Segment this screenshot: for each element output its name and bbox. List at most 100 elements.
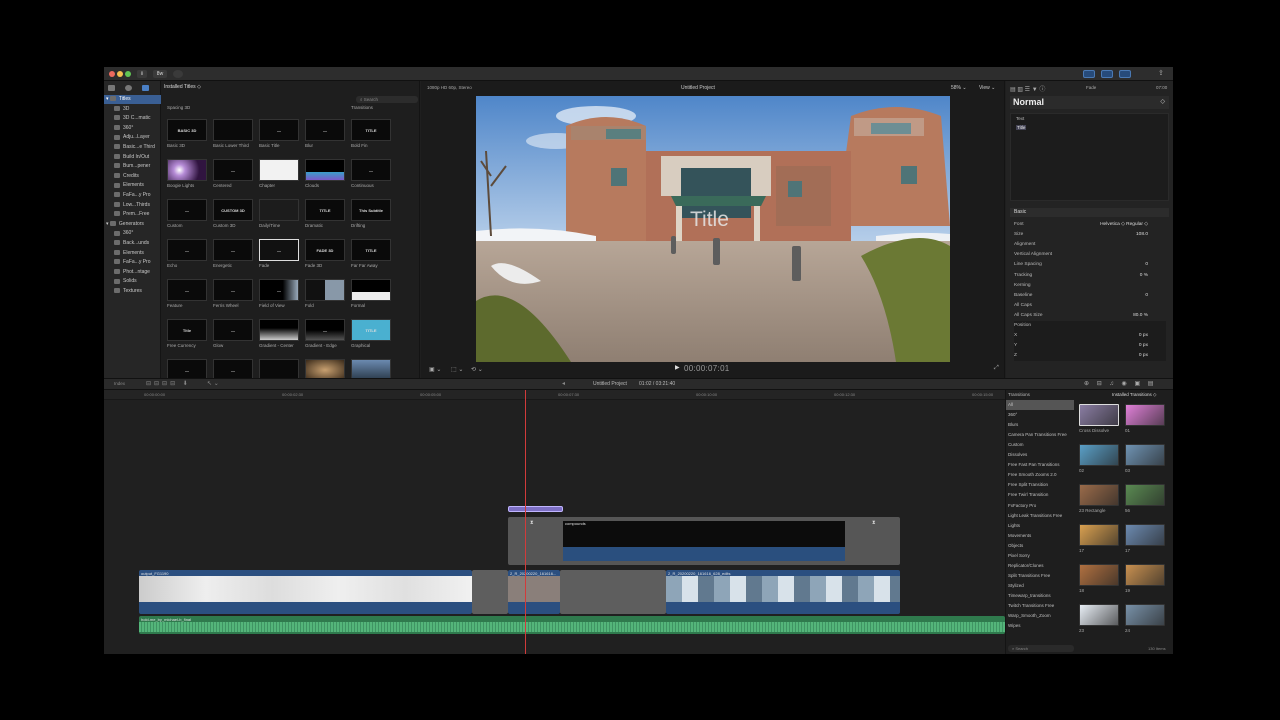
transition-category[interactable]: Pixel Sorry	[1006, 551, 1074, 561]
title-thumbnail[interactable]: —	[167, 239, 207, 261]
text-value[interactable]: Title	[1016, 125, 1027, 130]
title-clip[interactable]	[508, 506, 563, 512]
inspector-row[interactable]: Alignment	[1014, 240, 1166, 250]
share-icon[interactable]: ⇪	[1158, 69, 1164, 77]
browser-toggle-button[interactable]	[1083, 70, 1095, 78]
background-tasks-icon[interactable]	[173, 70, 183, 78]
sidebar-item[interactable]: ▾ Titles	[104, 95, 161, 104]
keyword-button[interactable]: 8w	[153, 70, 167, 78]
transitions-search-input[interactable]: ⌕ Search	[1008, 645, 1074, 652]
transition-category[interactable]: Timewarp_transitions	[1006, 591, 1074, 601]
sidebar-item[interactable]: Textures	[104, 287, 161, 296]
connected-video-clip[interactable]: compounds ⧗ ⧗	[508, 517, 900, 565]
back-arrow-icon[interactable]: ◂	[562, 380, 565, 387]
transition-category[interactable]: Lights	[1006, 521, 1074, 531]
close-window-button[interactable]	[109, 71, 115, 77]
inspector-row[interactable]: All Caps Size 80.0 %	[1014, 311, 1166, 321]
video-frame[interactable]: Title	[476, 96, 950, 362]
speed-icon[interactable]: ⟲ ⌄	[471, 366, 483, 373]
main-clip-3[interactable]: 2_R_20200220_161616_628_edits	[666, 570, 900, 614]
basic-section-header[interactable]: Basic	[1010, 208, 1169, 217]
title-thumbnail[interactable]	[259, 199, 299, 221]
select-tool-icon[interactable]: ↖ ⌄	[207, 380, 219, 387]
title-thumbnail[interactable]: —	[213, 279, 253, 301]
sidebar-item[interactable]: Low...Thirds	[104, 201, 161, 210]
title-thumbnail[interactable]	[167, 159, 207, 181]
transition-category[interactable]: Free Twirl Transition	[1006, 490, 1074, 500]
title-thumbnail[interactable]: —	[259, 119, 299, 141]
sidebar-item[interactable]: FaFa...y Pro	[104, 191, 161, 200]
transition-thumbnail[interactable]	[1079, 604, 1119, 626]
transition-category[interactable]: Movements	[1006, 531, 1074, 541]
title-thumbnail[interactable]: TITLE	[351, 319, 391, 341]
title-thumbnail[interactable]	[213, 119, 253, 141]
transition-category[interactable]: 360°	[1006, 410, 1074, 420]
transition-thumbnail[interactable]	[1125, 404, 1165, 426]
transition-category[interactable]: Free Split Transition	[1006, 480, 1074, 490]
edit-tools-icon[interactable]: ⊟⊟⊟⊟ ⬇	[146, 380, 191, 387]
transition-category[interactable]: Objects	[1006, 541, 1074, 551]
title-thumbnail[interactable]	[351, 279, 391, 301]
transition-category[interactable]: Free Smooth Zooms 2.0	[1006, 470, 1074, 480]
transition-category[interactable]: Camera Pan Transitions Free	[1006, 430, 1074, 440]
minimize-window-button[interactable]	[117, 71, 123, 77]
title-thumbnail[interactable]: TITLE	[351, 239, 391, 261]
sidebar-item[interactable]: Credits	[104, 172, 161, 181]
zoom-window-button[interactable]	[125, 71, 131, 77]
title-thumbnail[interactable]	[259, 159, 299, 181]
transition-thumbnail[interactable]	[1079, 484, 1119, 506]
title-thumbnail[interactable]: —	[213, 159, 253, 181]
inspector-row[interactable]: X 0 px	[1014, 331, 1166, 342]
inspector-row-value[interactable]: 0	[1145, 260, 1148, 270]
transition-category[interactable]: FxFactory Pro	[1006, 501, 1074, 511]
title-thumbnail[interactable]: BASIC 3D	[167, 119, 207, 141]
transition-marker-icon[interactable]: ⧗	[872, 520, 876, 526]
inspector-row[interactable]: Vertical Alignment	[1014, 250, 1166, 260]
sidebar-item[interactable]: Basic...e Third	[104, 143, 161, 152]
inspector-row-value[interactable]: 108.0	[1136, 230, 1148, 240]
title-thumbnail[interactable]: FADE 3D	[305, 239, 345, 261]
import-button[interactable]: ⬇	[137, 70, 147, 78]
title-thumbnail[interactable]	[305, 279, 345, 301]
transition-thumbnail[interactable]	[1125, 604, 1165, 626]
transition-category[interactable]: Free Fast Pan Transitions	[1006, 460, 1074, 470]
transition-thumbnail[interactable]	[1079, 524, 1119, 546]
search-input[interactable]: ⌕ Search	[356, 96, 418, 103]
transition-thumbnail[interactable]	[1125, 484, 1165, 506]
inspector-tabs-icon[interactable]: ▤ ▥ ☰ ▼ ⓘ	[1010, 84, 1050, 93]
installed-transitions-dropdown[interactable]: Installed Transitions ◇	[1112, 392, 1156, 398]
transition-thumbnail[interactable]	[1079, 444, 1119, 466]
installed-titles-dropdown[interactable]: Installed Titles ◇	[164, 84, 201, 90]
title-thumbnail[interactable]: —	[305, 319, 345, 341]
sidebar-item[interactable]: Bum...pener	[104, 162, 161, 171]
transition-marker-icon[interactable]: ⧗	[530, 520, 534, 526]
sidebar-item[interactable]: 360°	[104, 229, 161, 238]
transition-thumbnail[interactable]	[1125, 564, 1165, 586]
inspector-row[interactable]: Kerning	[1014, 281, 1166, 291]
inspector-row-value[interactable]: 0 px	[1139, 341, 1148, 351]
timeline-ruler[interactable]: 00:00:00:00 00:00:02:30 00:00:05:00 00:00:0…	[104, 390, 1005, 400]
timeline-toggle-button[interactable]	[1101, 70, 1113, 78]
transition-clip[interactable]	[560, 570, 666, 614]
title-thumbnail[interactable]: —	[305, 119, 345, 141]
inspector-row[interactable]: Y 0 px	[1014, 341, 1166, 352]
title-thumbnail[interactable]: —	[259, 279, 299, 301]
zoom-dropdown[interactable]: 58% ⌄	[951, 85, 967, 91]
title-thumbnail[interactable]	[305, 159, 345, 181]
title-thumbnail[interactable]: —	[259, 239, 299, 261]
play-button[interactable]: ▶	[675, 364, 680, 371]
main-clip-1[interactable]: output_FG1190	[139, 570, 472, 614]
transition-thumbnail[interactable]	[1079, 404, 1119, 426]
sidebar-item[interactable]: Phot...ntage	[104, 268, 161, 277]
transition-category[interactable]: Dissolves	[1006, 450, 1074, 460]
viewer-display-options-icon[interactable]: ▣ ⌄	[429, 366, 441, 373]
sidebar-item[interactable]: 360°	[104, 124, 161, 133]
title-thumbnail[interactable]: TITLE	[305, 199, 345, 221]
timeline[interactable]: 00:00:00:00 00:00:02:30 00:00:05:00 00:00:0…	[104, 390, 1005, 654]
inspector-row[interactable]: Z 0 px	[1014, 351, 1166, 362]
transition-clip[interactable]	[472, 570, 508, 614]
sidebar-item[interactable]: Prem...Free	[104, 210, 161, 219]
music-clip[interactable]: hold-me_by_michael-b_final	[139, 616, 1005, 634]
title-thumbnail[interactable]: —	[167, 199, 207, 221]
transition-category[interactable]: Twitch Transitions Free	[1006, 601, 1074, 611]
